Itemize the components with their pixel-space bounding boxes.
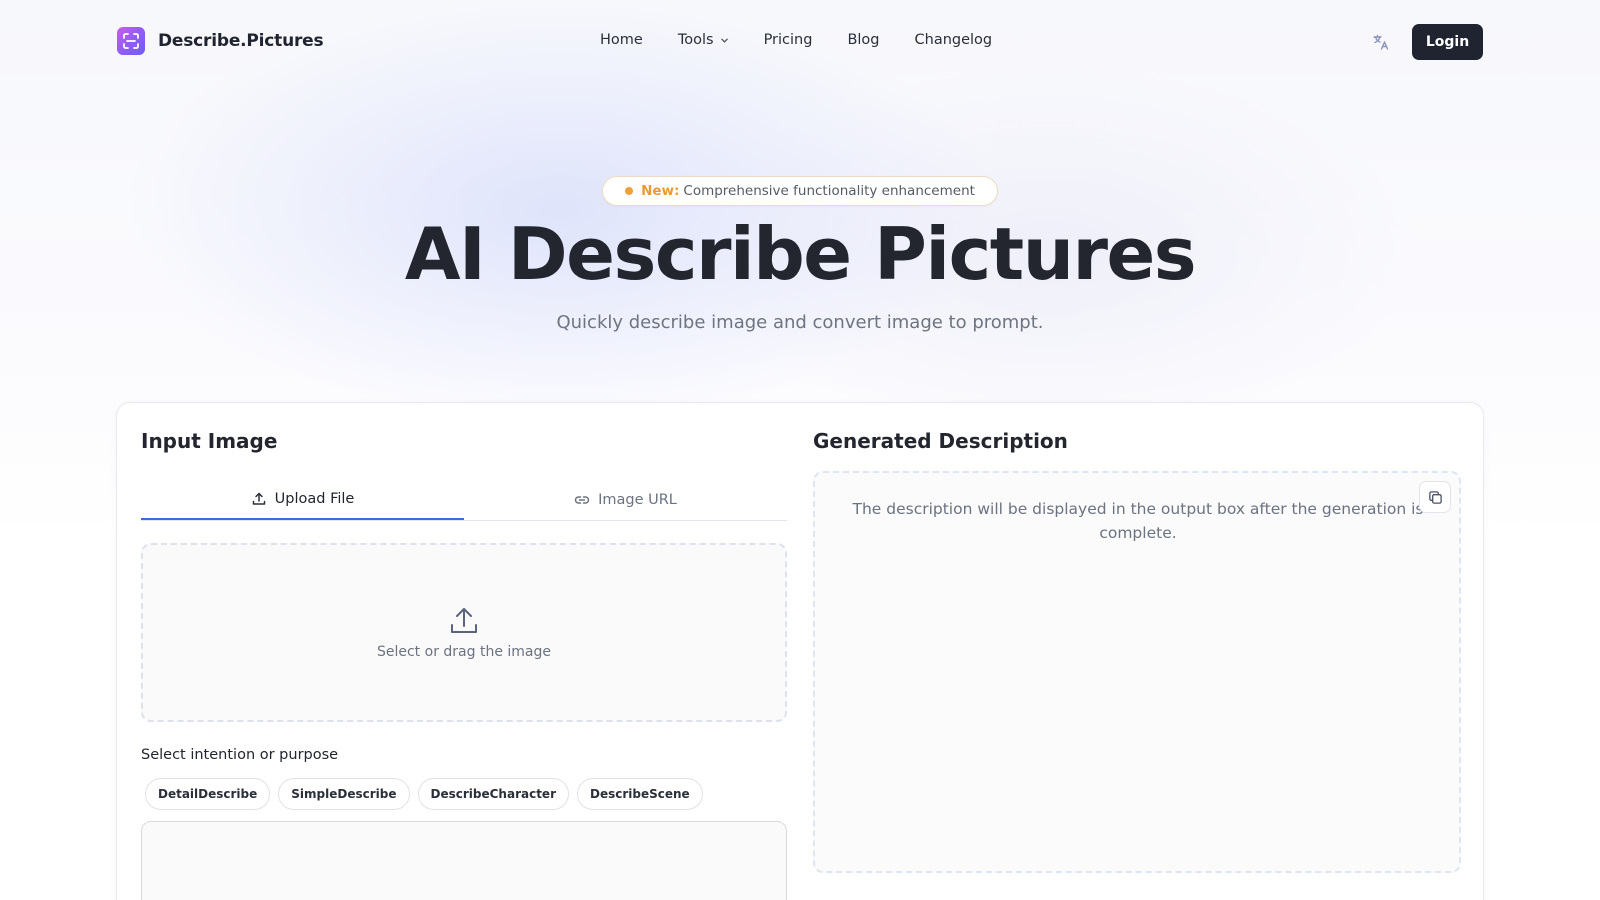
- output-panel-title: Generated Description: [813, 429, 1068, 453]
- tab-upload-file[interactable]: Upload File: [141, 479, 464, 520]
- badge-new-label: New:: [641, 183, 680, 199]
- chip-simple-describe[interactable]: SimpleDescribe: [278, 778, 410, 810]
- image-dropzone[interactable]: Select or drag the image: [141, 543, 787, 722]
- chip-describe-scene[interactable]: DescribeScene: [576, 778, 703, 810]
- brand[interactable]: Describe.Pictures: [117, 27, 324, 55]
- tab-image-url-label: Image URL: [598, 491, 677, 508]
- copy-icon: [1428, 490, 1442, 504]
- nav-blog[interactable]: Blog: [847, 32, 879, 48]
- scan-icon: [117, 27, 145, 55]
- page-title: AI Describe Pictures: [404, 212, 1197, 296]
- nav-pricing[interactable]: Pricing: [764, 32, 813, 48]
- tab-image-url[interactable]: Image URL: [464, 479, 787, 520]
- intent-label: Select intention or purpose: [141, 747, 339, 763]
- login-button[interactable]: Login: [1412, 24, 1483, 60]
- nav-tools-label: Tools: [677, 32, 714, 48]
- translate-icon[interactable]: [1372, 33, 1390, 51]
- tool-card: Input Image Upload File Image URL Select…: [116, 402, 1484, 900]
- top-navbar: Describe.Pictures Home Tools Pricing Blo…: [0, 0, 1600, 84]
- output-placeholder: The description will be displayed in the…: [852, 500, 1424, 542]
- status-dot: [625, 187, 634, 195]
- intent-chips: DetailDescribe SimpleDescribe DescribeCh…: [145, 778, 711, 810]
- copy-button[interactable]: [1419, 481, 1451, 513]
- prompt-textarea[interactable]: [141, 821, 787, 900]
- upload-icon: [252, 492, 265, 505]
- announcement-badge[interactable]: New: Comprehensive functionality enhance…: [602, 176, 998, 206]
- nav-links: Home Tools Pricing Blog Changelog: [600, 32, 1027, 48]
- input-panel-title: Input Image: [141, 429, 278, 453]
- tab-upload-file-label: Upload File: [274, 490, 355, 507]
- link-icon: [574, 495, 590, 504]
- output-box[interactable]: The description will be displayed in the…: [813, 471, 1461, 873]
- brand-name: Describe.Pictures: [158, 31, 324, 51]
- nav-tools[interactable]: Tools: [678, 32, 729, 48]
- chevron-down-icon: [720, 38, 728, 43]
- badge-text: Comprehensive functionality enhancement: [683, 183, 975, 199]
- nav-home[interactable]: Home: [600, 32, 643, 48]
- page-subtitle: Quickly describe image and convert image…: [556, 312, 1044, 333]
- upload-icon: [451, 607, 477, 633]
- dropzone-text: Select or drag the image: [376, 643, 551, 660]
- nav-changelog[interactable]: Changelog: [915, 32, 993, 48]
- input-tabs: Upload File Image URL: [141, 479, 787, 521]
- chip-describe-character[interactable]: DescribeCharacter: [417, 778, 569, 810]
- chip-detail-describe[interactable]: DetailDescribe: [145, 778, 271, 810]
